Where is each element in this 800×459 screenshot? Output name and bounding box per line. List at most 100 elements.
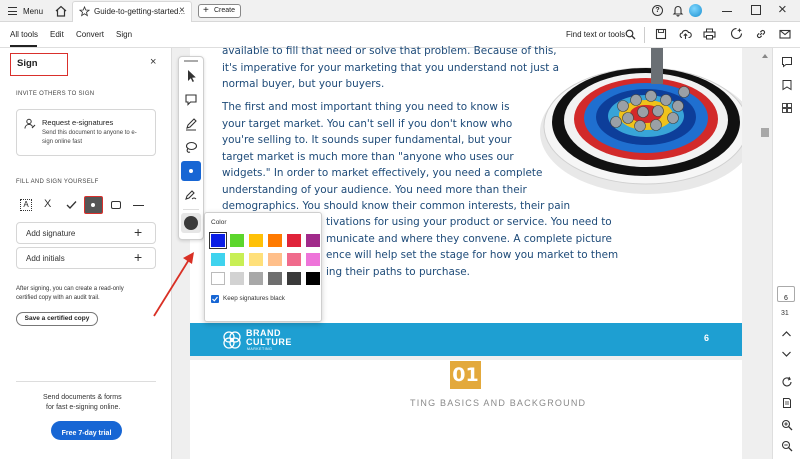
add-initials-button[interactable]: Add initials +: [16, 247, 156, 269]
page-fit-icon[interactable]: [781, 397, 793, 409]
request-esignatures-card[interactable]: Request e-signatures Send this document …: [16, 109, 156, 156]
bookmark-icon[interactable]: [781, 79, 793, 91]
certified-copy-text-1: After signing, you can create a read-onl…: [16, 286, 124, 292]
print-icon[interactable]: [703, 28, 716, 40]
para1-line-3: normal buyer, but your buyers.: [222, 78, 385, 90]
color-swatch[interactable]: [211, 253, 225, 266]
cross-mark-icon[interactable]: X: [44, 198, 51, 210]
close-tab-icon[interactable]: ×: [179, 5, 185, 16]
color-swatch[interactable]: [249, 272, 263, 285]
rotate-icon[interactable]: [781, 376, 793, 388]
help-icon[interactable]: ?: [652, 5, 663, 16]
fill-sign-icon[interactable]: [181, 185, 201, 205]
scroll-thumb[interactable]: [761, 128, 769, 137]
para2-line-4: target market is much more than "anyone …: [222, 150, 514, 163]
color-swatch[interactable]: [249, 234, 263, 247]
color-swatch[interactable]: [230, 253, 244, 266]
chapter-number-badge: 01: [450, 361, 481, 389]
brand-logo-icon: [223, 331, 241, 349]
link-icon[interactable]: [755, 28, 767, 40]
check-icon: [212, 296, 218, 302]
color-swatch[interactable]: [230, 234, 244, 247]
color-swatch[interactable]: [287, 253, 301, 266]
select-cursor-icon[interactable]: [181, 66, 201, 86]
find-text-or-tools[interactable]: Find text or tools: [566, 30, 625, 39]
ai-assistant-icon[interactable]: [730, 27, 743, 40]
chevron-up-icon[interactable]: [781, 330, 792, 338]
dot-tool-button[interactable]: [84, 196, 103, 214]
star-icon[interactable]: [79, 6, 90, 17]
tab-convert[interactable]: Convert: [76, 30, 104, 39]
para2-line-3: you're selling to. It sounds super funda…: [222, 134, 512, 146]
zoom-out-icon[interactable]: [781, 440, 793, 452]
rounded-box-icon[interactable]: [111, 201, 121, 209]
chevron-down-icon[interactable]: [781, 350, 792, 358]
brand-name-3: MARKETING: [247, 347, 273, 351]
line-tool-icon[interactable]: [133, 205, 144, 207]
color-picker-popup: Color Keep signatures black: [204, 212, 322, 322]
close-panel-icon[interactable]: ×: [150, 56, 156, 68]
comment-icon[interactable]: [781, 56, 793, 68]
user-avatar[interactable]: [689, 4, 702, 17]
color-swatch[interactable]: [306, 253, 320, 266]
search-icon[interactable]: [625, 29, 636, 40]
thumbnails-icon[interactable]: [781, 102, 793, 114]
hamburger-menu-icon[interactable]: [8, 7, 17, 15]
color-swatch[interactable]: [268, 253, 282, 266]
color-swatch[interactable]: [211, 272, 225, 285]
save-icon[interactable]: [655, 28, 667, 40]
add-signature-button[interactable]: Add signature +: [16, 222, 156, 244]
para2-line-2: your target market. You can't sell if yo…: [222, 117, 513, 130]
maximize-icon[interactable]: [751, 5, 761, 15]
checkmark-icon[interactable]: [66, 200, 77, 210]
home-icon[interactable]: [54, 4, 68, 18]
panel-divider: [16, 381, 156, 382]
color-swatch[interactable]: [268, 272, 282, 285]
tab-all-tools-underline: [10, 45, 37, 47]
color-swatch[interactable]: [306, 272, 320, 285]
promo-text-2: for fast e-signing online.: [46, 404, 121, 411]
sign-floating-toolbar: [178, 56, 204, 240]
color-swatch[interactable]: [249, 253, 263, 266]
keep-black-checkbox[interactable]: [211, 295, 219, 303]
save-certified-copy-button[interactable]: Save a certified copy: [16, 312, 98, 326]
dot-tool-active[interactable]: [181, 161, 201, 181]
para1-line-2: it's imperative for your marketing that …: [222, 61, 559, 74]
vertical-scrollbar[interactable]: [760, 48, 770, 459]
add-signature-label: Add signature: [26, 229, 76, 238]
sign-panel: Sign × INVITE OTHERS TO SIGN Request e-s…: [0, 48, 172, 459]
para2-cont-line-4: ing their paths to purchase.: [326, 265, 470, 278]
menu-label[interactable]: Menu: [23, 7, 43, 16]
text-field-icon[interactable]: A: [20, 199, 32, 211]
page-number-box[interactable]: 6: [777, 286, 795, 302]
share-mail-icon[interactable]: [779, 28, 791, 40]
minimize-icon[interactable]: [722, 11, 732, 13]
color-swatch[interactable]: [230, 272, 244, 285]
tab-sign[interactable]: Sign: [116, 30, 132, 39]
color-swatch[interactable]: [268, 234, 282, 247]
dot-icon: [91, 202, 95, 207]
lasso-icon[interactable]: [181, 138, 201, 158]
chapter-number: 01: [452, 364, 479, 386]
add-initials-plus-icon: +: [134, 249, 143, 265]
scroll-up-arrow[interactable]: [762, 54, 768, 58]
tab-all-tools[interactable]: All tools: [10, 30, 38, 39]
pen-icon[interactable]: [181, 114, 201, 134]
toolbar-drag-handle[interactable]: [184, 60, 198, 62]
document-tab[interactable]: Guide-to-getting-started... ×: [72, 1, 192, 22]
cloud-upload-icon[interactable]: [679, 28, 692, 40]
free-trial-button[interactable]: Free 7-day trial: [51, 421, 122, 440]
zoom-in-icon[interactable]: [781, 419, 793, 431]
color-picker-button[interactable]: [181, 213, 201, 233]
color-swatch[interactable]: [287, 234, 301, 247]
comment-add-icon[interactable]: [181, 90, 201, 110]
notification-bell-icon[interactable]: [672, 4, 684, 22]
create-button[interactable]: + Create: [198, 4, 241, 18]
color-swatch[interactable]: [287, 272, 301, 285]
color-swatch[interactable]: [306, 234, 320, 247]
close-window-icon[interactable]: ×: [778, 1, 787, 18]
color-swatch[interactable]: [209, 232, 227, 249]
request-esignatures-desc-1: Send this document to anyone to e-: [42, 130, 137, 136]
tab-edit[interactable]: Edit: [50, 30, 64, 39]
promo-text-1: Send documents & forms: [43, 394, 122, 401]
